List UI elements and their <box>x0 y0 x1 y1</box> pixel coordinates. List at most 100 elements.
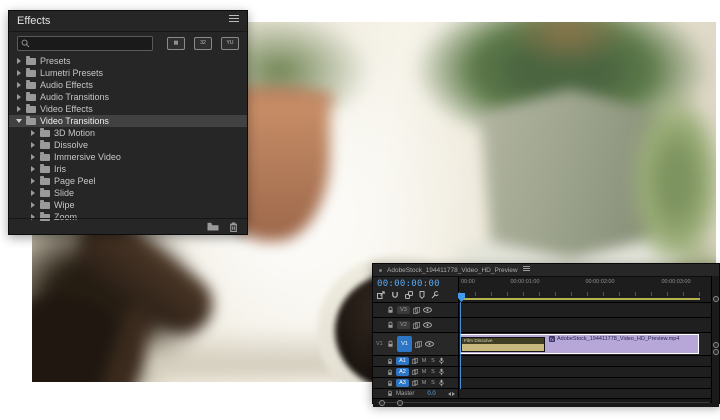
chevron-right-icon[interactable] <box>30 190 36 196</box>
mute-button[interactable]: M <box>421 380 427 386</box>
eye-icon[interactable] <box>423 307 432 313</box>
lock-icon[interactable] <box>387 358 393 365</box>
chevron-right-icon[interactable] <box>30 202 36 208</box>
chevron-right-icon[interactable] <box>16 94 22 100</box>
tree-item-wipe[interactable]: Wipe <box>9 199 247 211</box>
chevron-right-icon[interactable] <box>30 178 36 184</box>
eye-icon[interactable] <box>425 341 434 347</box>
snap-icon[interactable] <box>391 291 399 299</box>
source-patch-v1[interactable]: V1 <box>376 341 384 347</box>
sync-lock-icon[interactable] <box>413 307 420 314</box>
mute-button[interactable]: M <box>421 358 427 364</box>
effects-panel-header: Effects <box>9 11 247 32</box>
track-target-a3[interactable]: A3 <box>396 379 409 387</box>
tree-item-audio-effects[interactable]: Audio Effects <box>9 79 247 91</box>
tree-item-iris[interactable]: Iris <box>9 163 247 175</box>
accelerated-effects-badge-icon[interactable]: ▦ <box>167 37 185 50</box>
tree-item-page-peel[interactable]: Page Peel <box>9 175 247 187</box>
scrollbar-handle[interactable] <box>713 349 719 355</box>
tree-item-presets[interactable]: Presets <box>9 55 247 67</box>
track-target-v2[interactable]: V2 <box>397 321 410 329</box>
solo-button[interactable]: S <box>430 369 436 375</box>
timeline-settings-icon[interactable] <box>431 291 439 299</box>
timeline-tab-title[interactable]: AdobeStock_194411778_Video_HD_Preview <box>387 267 518 274</box>
microphone-icon[interactable] <box>439 357 444 365</box>
lock-icon[interactable] <box>387 390 393 397</box>
new-custom-bin-icon[interactable] <box>207 222 219 231</box>
chevron-right-icon[interactable] <box>30 130 36 136</box>
track-lane-master[interactable] <box>459 389 719 398</box>
chevron-right-icon[interactable] <box>16 82 22 88</box>
sync-lock-icon[interactable] <box>412 358 418 364</box>
chevron-right-icon[interactable] <box>16 70 22 76</box>
stage: Effects ▦ 32 YU Presets Lumetri Presets <box>0 0 720 420</box>
yuv-effects-badge-icon[interactable]: YU <box>221 37 239 50</box>
lock-icon[interactable] <box>387 380 393 387</box>
tree-item-video-transitions[interactable]: Video Transitions <box>9 115 247 127</box>
microphone-icon[interactable] <box>439 368 444 376</box>
scrollbar-handle[interactable] <box>713 342 719 348</box>
delete-icon[interactable] <box>229 222 238 232</box>
solo-button[interactable]: S <box>430 358 436 364</box>
scrollbar-handle[interactable] <box>397 400 403 406</box>
lock-icon[interactable] <box>387 340 394 348</box>
time-ruler[interactable]: 00:00 00:00:01:00 00:00:02:00 00:00:03:0… <box>459 277 719 302</box>
timecode-display[interactable]: 00:00:00:00 <box>377 280 440 289</box>
chevron-right-icon[interactable] <box>16 58 22 64</box>
lock-icon[interactable] <box>387 369 393 376</box>
chevron-right-icon[interactable] <box>30 154 36 160</box>
scrollbar-handle[interactable] <box>713 296 719 302</box>
mute-button[interactable]: M <box>421 369 427 375</box>
track-lane-v1[interactable]: fx AdobeStock_194411778_Video_HD_Preview… <box>459 333 719 355</box>
lock-icon[interactable] <box>387 306 394 314</box>
chevron-right-icon[interactable] <box>30 142 36 148</box>
video-clip[interactable]: fx AdobeStock_194411778_Video_HD_Preview… <box>460 334 699 354</box>
playhead-line[interactable] <box>460 302 461 389</box>
lock-icon[interactable] <box>387 321 394 329</box>
track-lane-v2[interactable] <box>459 318 719 332</box>
eye-icon[interactable] <box>423 322 432 328</box>
tree-item-video-effects[interactable]: Video Effects <box>9 103 247 115</box>
fit-to-window-icon[interactable] <box>448 392 455 396</box>
scrollbar-handle[interactable] <box>379 400 385 406</box>
sync-lock-icon[interactable] <box>413 322 420 329</box>
nest-insert-icon[interactable] <box>377 291 385 299</box>
vertical-scrollbar[interactable] <box>711 276 719 403</box>
preset-bin-icon <box>26 58 36 65</box>
track-lane-v3[interactable] <box>459 303 719 317</box>
sync-lock-icon[interactable] <box>412 369 418 375</box>
tree-item-slide[interactable]: Slide <box>9 187 247 199</box>
linked-selection-icon[interactable] <box>405 291 413 299</box>
sync-lock-icon[interactable] <box>412 380 418 386</box>
transition-clip[interactable]: Film Dissolve <box>461 337 545 352</box>
tree-item-immersive-video[interactable]: Immersive Video <box>9 151 247 163</box>
tab-active-dot <box>379 269 382 272</box>
tree-item-audio-transitions[interactable]: Audio Transitions <box>9 91 247 103</box>
track-lane-a2[interactable] <box>459 367 719 377</box>
chevron-right-icon[interactable] <box>16 106 22 112</box>
solo-button[interactable]: S <box>430 380 436 386</box>
tree-item-lumetri-presets[interactable]: Lumetri Presets <box>9 67 247 79</box>
track-target-a1[interactable]: A1 <box>396 357 409 365</box>
sync-lock-icon[interactable] <box>415 341 422 348</box>
chevron-down-icon[interactable] <box>16 118 22 124</box>
folder-icon <box>40 202 50 209</box>
chevron-right-icon[interactable] <box>30 166 36 172</box>
tree-item-3d-motion[interactable]: 3D Motion <box>9 127 247 139</box>
track-target-a2[interactable]: A2 <box>396 368 409 376</box>
tree-item-dissolve[interactable]: Dissolve <box>9 139 247 151</box>
master-level-value[interactable]: 0.0 <box>427 391 435 397</box>
horizontal-scrollbar[interactable] <box>373 399 719 407</box>
track-target-v1[interactable]: V1 <box>397 336 412 352</box>
microphone-icon[interactable] <box>439 379 444 387</box>
track-lane-a3[interactable] <box>459 378 719 388</box>
32bit-color-badge-icon[interactable]: 32 <box>194 37 212 50</box>
fx-badge[interactable]: fx <box>549 336 555 342</box>
track-target-v3[interactable]: V3 <box>397 306 410 314</box>
search-input[interactable] <box>17 36 153 51</box>
playhead-marker[interactable] <box>458 293 465 302</box>
add-marker-icon[interactable] <box>419 291 425 299</box>
ruler-row: 00:00:00:00 00:00 00:00:01:00 00:00:02:0… <box>373 277 719 303</box>
track-lane-a1[interactable] <box>459 356 719 366</box>
effects-panel-footer <box>9 218 247 234</box>
